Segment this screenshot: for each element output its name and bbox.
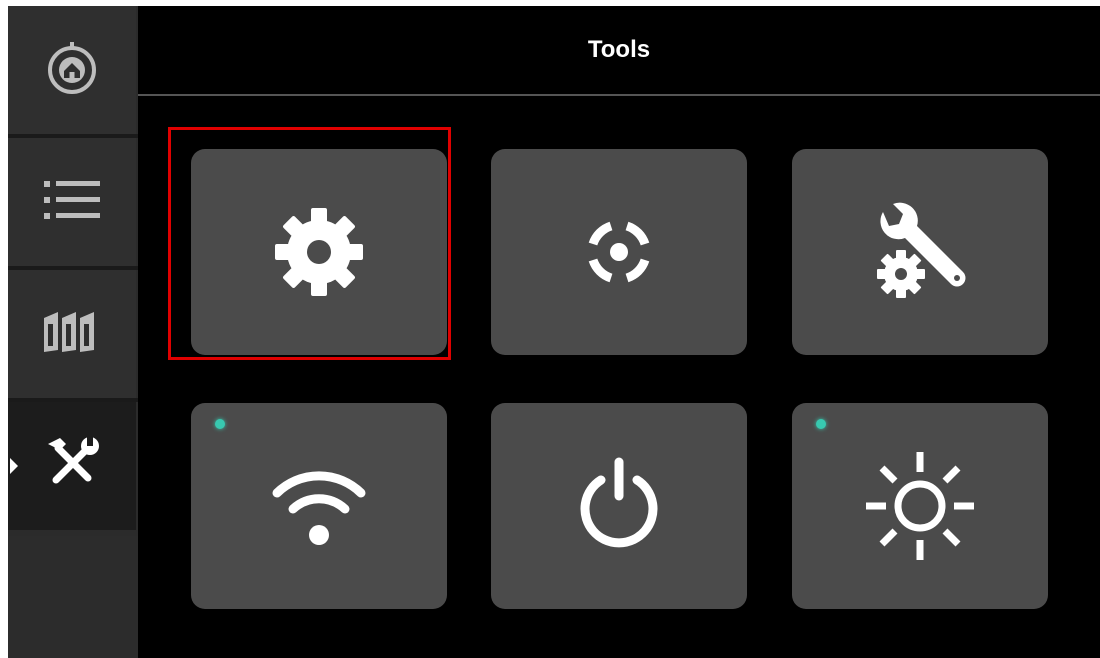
- brightness-icon: [860, 446, 980, 566]
- settings-tile[interactable]: [191, 149, 447, 355]
- calibration-tile[interactable]: [491, 149, 747, 355]
- sidebar-empty-area: [8, 536, 138, 658]
- maintenance-tile[interactable]: [792, 149, 1048, 355]
- sidebar-item-tools[interactable]: [8, 402, 136, 530]
- active-item-marker: [10, 458, 18, 474]
- tools-icon: [40, 432, 104, 501]
- wrench-gear-icon: [865, 202, 975, 302]
- header: Tools: [138, 6, 1100, 94]
- home-icon: [42, 38, 102, 103]
- screen: Tools: [8, 6, 1100, 658]
- header-divider: [138, 94, 1100, 96]
- list-icon: [42, 175, 102, 230]
- filament-spools-icon: [40, 310, 104, 359]
- power-icon: [571, 456, 667, 556]
- sidebar-item-filaments[interactable]: [8, 270, 136, 398]
- wifi-tile[interactable]: [191, 403, 447, 609]
- page-title: Tools: [587, 36, 651, 63]
- sidebar-item-list[interactable]: [8, 138, 136, 266]
- target-icon: [571, 204, 667, 300]
- wifi-icon: [269, 461, 369, 551]
- status-indicator-dot: [215, 419, 225, 429]
- sidebar-item-home[interactable]: [8, 6, 136, 134]
- sidebar: [8, 6, 138, 658]
- brightness-tile[interactable]: [792, 403, 1048, 609]
- gear-icon: [271, 204, 367, 300]
- status-indicator-dot: [816, 419, 826, 429]
- power-tile[interactable]: [491, 403, 747, 609]
